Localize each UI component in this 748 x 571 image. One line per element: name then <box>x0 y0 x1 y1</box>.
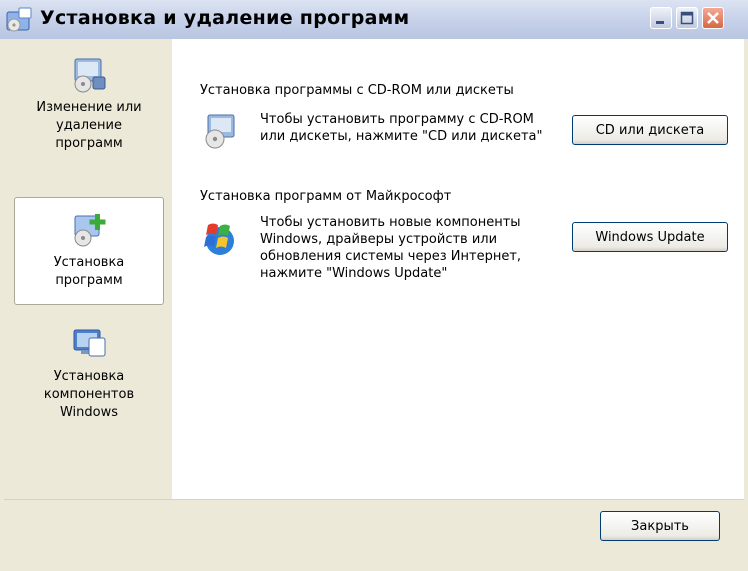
maximize-icon <box>680 11 694 25</box>
change-remove-icon <box>74 58 106 93</box>
sidebar-item-change-remove[interactable]: Изменение или удаление программ <box>14 55 164 185</box>
add-programs-icon <box>74 214 106 247</box>
windows-update-button[interactable]: Windows Update <box>572 222 728 252</box>
windows-update-icon <box>204 223 234 255</box>
windows-update-button-label: Windows Update <box>595 229 705 245</box>
cd-section-description: Чтобы установить программу с CD-ROM или … <box>260 112 543 144</box>
add-remove-programs-icon <box>6 7 32 32</box>
maximize-button[interactable] <box>676 7 698 29</box>
window-title: Установка и удаление программ <box>40 7 410 29</box>
add-remove-programs-window: Установка и удаление программ Изменение … <box>0 0 748 571</box>
close-window-button[interactable] <box>702 7 724 29</box>
sidebar-item-label: Установка программ <box>53 255 125 288</box>
title-bar[interactable]: Установка и удаление программ <box>0 0 748 39</box>
microsoft-section-title: Установка программ от Майкрософт <box>200 189 452 204</box>
cd-install-icon <box>205 114 235 149</box>
close-icon <box>707 12 719 24</box>
sidebar-item-windows-components[interactable]: Установка компонентов Windows <box>14 324 164 444</box>
cd-or-floppy-button[interactable]: CD или дискета <box>572 115 728 145</box>
close-button[interactable]: Закрыть <box>600 511 720 541</box>
sidebar: Изменение или удаление программ Установк… <box>4 39 172 499</box>
sidebar-item-label: Изменение или удаление программ <box>36 100 142 151</box>
sidebar-item-add-programs[interactable]: Установка программ <box>14 197 164 305</box>
sidebar-item-label: Установка компонентов Windows <box>43 369 135 420</box>
microsoft-section-description: Чтобы установить новые компоненты Window… <box>260 215 522 281</box>
cd-section-title: Установка программы с CD-ROM или дискеты <box>200 83 514 98</box>
minimize-button[interactable] <box>650 7 672 29</box>
client-area: Изменение или удаление программ Установк… <box>4 39 744 565</box>
main-content: Установка программы с CD-ROM или дискеты… <box>172 39 744 499</box>
minimize-icon <box>656 21 664 24</box>
windows-components-icon <box>73 329 106 357</box>
